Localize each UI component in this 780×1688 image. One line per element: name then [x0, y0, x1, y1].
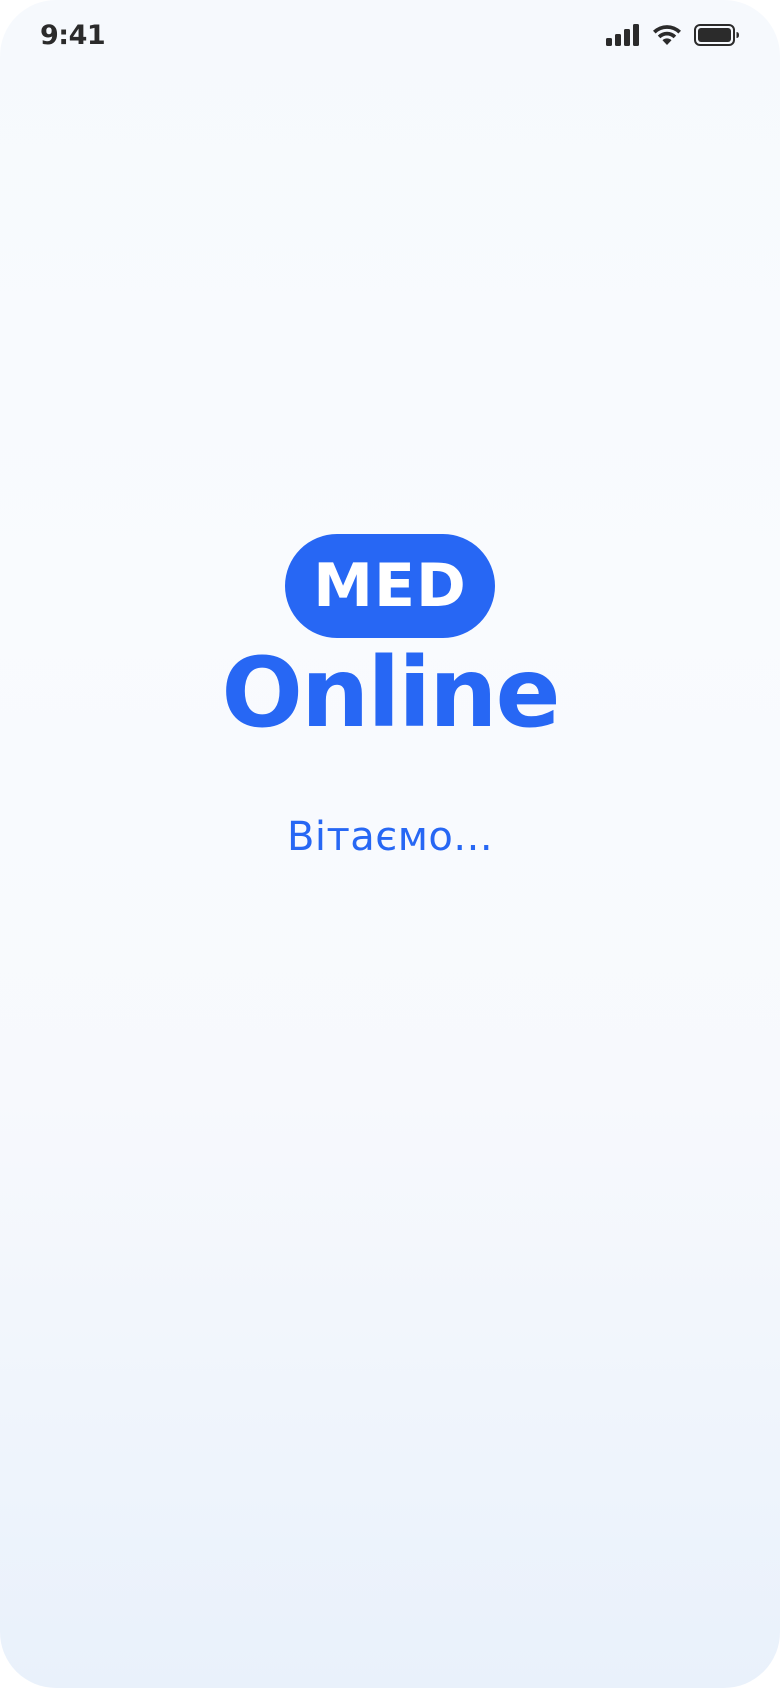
status-bar: 9:41 — [0, 0, 780, 80]
cellular-signal-icon — [606, 24, 640, 50]
app-logo: MED Online — [0, 534, 780, 748]
welcome-text: Вітаємо... — [286, 814, 494, 860]
status-time: 9:41 — [40, 20, 106, 51]
battery-icon — [694, 24, 740, 50]
logo-wordmark: Online — [221, 637, 560, 749]
wifi-icon — [652, 24, 682, 50]
status-icons — [606, 24, 740, 50]
logo-med-badge: MED — [285, 534, 495, 638]
splash-screen: 9:41 MED Online Вітаємо... — [0, 0, 780, 1688]
